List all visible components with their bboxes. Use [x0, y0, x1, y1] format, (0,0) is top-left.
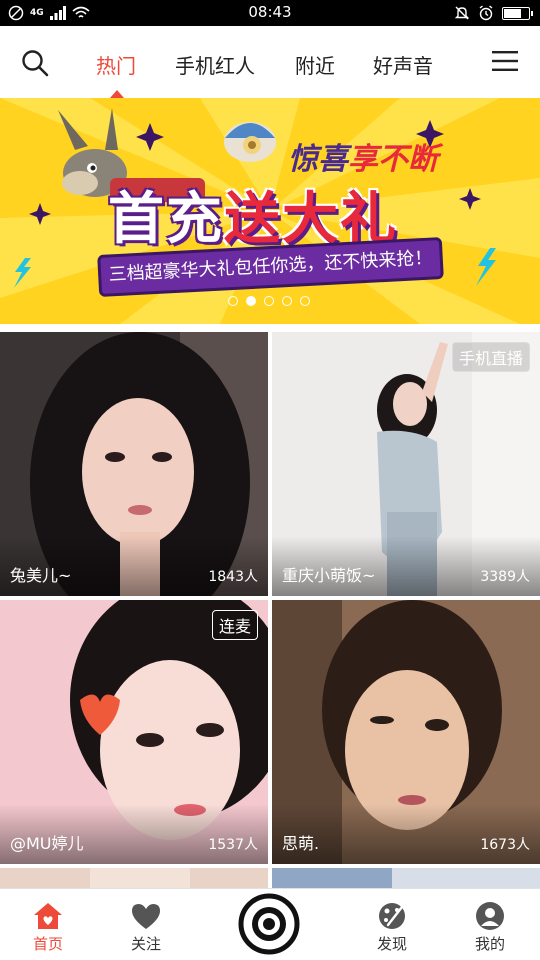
banner-subtitle-part2: 享不断 [348, 142, 438, 177]
nav-follow-label: 关注 [130, 935, 161, 953]
tab-hot[interactable]: 热门 [96, 50, 136, 79]
pagination-dot[interactable] [246, 296, 256, 306]
stream-tag: 手机直播 [451, 342, 530, 372]
viewer-count: 1673人 [480, 837, 530, 853]
alarm-icon [479, 5, 493, 21]
banner-title-part1: 首充 [108, 186, 224, 252]
nav-home[interactable]: 首页 [18, 901, 78, 954]
bottom-navigation: 首页 关注 发现 我的 [0, 888, 540, 960]
nav-profile[interactable]: 我的 [460, 901, 520, 954]
menu-icon[interactable] [492, 50, 518, 72]
stream-card[interactable]: 思萌. 1673人 [272, 600, 540, 864]
promo-banner[interactable]: 惊喜享不断 首充送大礼 三档超豪华大礼包任你选，还不快来抢！ [0, 98, 540, 324]
streamer-name: 思萌. [282, 834, 320, 853]
home-icon [34, 903, 62, 929]
tab-good-voice[interactable]: 好声音 [373, 50, 433, 79]
pagination-dot[interactable] [264, 296, 274, 306]
stream-card[interactable]: 连麦 @MU婷儿 1537人 [0, 600, 268, 864]
status-bar: 4G 08:43 [0, 0, 540, 26]
stream-card[interactable]: 手机直播 重庆小萌饭~ 3389人 [272, 332, 540, 596]
active-tab-indicator [110, 90, 124, 98]
status-right-icons [454, 4, 533, 22]
banner-pagination [228, 296, 310, 306]
profile-icon [476, 902, 504, 930]
discover-icon [379, 903, 405, 929]
heart-icon [132, 904, 160, 929]
streamer-name: @MU婷儿 [10, 834, 84, 853]
streamer-name: 重庆小萌饭~ [282, 566, 376, 585]
viewer-count: 1537人 [208, 837, 258, 853]
camera-icon[interactable] [238, 893, 300, 955]
viewer-count: 3389人 [480, 569, 530, 585]
viewer-count: 1843人 [208, 569, 258, 585]
battery-icon [502, 6, 533, 20]
nav-follow[interactable]: 关注 [116, 901, 176, 954]
pagination-dot[interactable] [300, 296, 310, 306]
stream-card[interactable]: 兔美儿~ 1843人 [0, 332, 268, 596]
banner-subtitle-part1: 惊喜 [288, 142, 348, 177]
pagination-dot[interactable] [228, 296, 238, 306]
banner-subtitle: 惊喜享不断 [288, 134, 438, 178]
nav-discover[interactable]: 发现 [362, 901, 422, 954]
tab-nearby[interactable]: 附近 [295, 50, 335, 79]
nav-discover-label: 发现 [376, 935, 407, 953]
top-navigation: 热门 手机红人 附近 好声音 [0, 26, 540, 98]
search-icon[interactable] [20, 48, 50, 78]
nav-profile-label: 我的 [474, 935, 505, 953]
battery-level [504, 8, 521, 18]
stream-tag: 连麦 [211, 610, 258, 640]
nav-home-label: 首页 [32, 935, 63, 953]
pagination-dot[interactable] [282, 296, 292, 306]
silent-bell-icon [454, 6, 470, 20]
streamer-name: 兔美儿~ [10, 566, 72, 585]
tab-phone-celebrity[interactable]: 手机红人 [175, 50, 255, 79]
